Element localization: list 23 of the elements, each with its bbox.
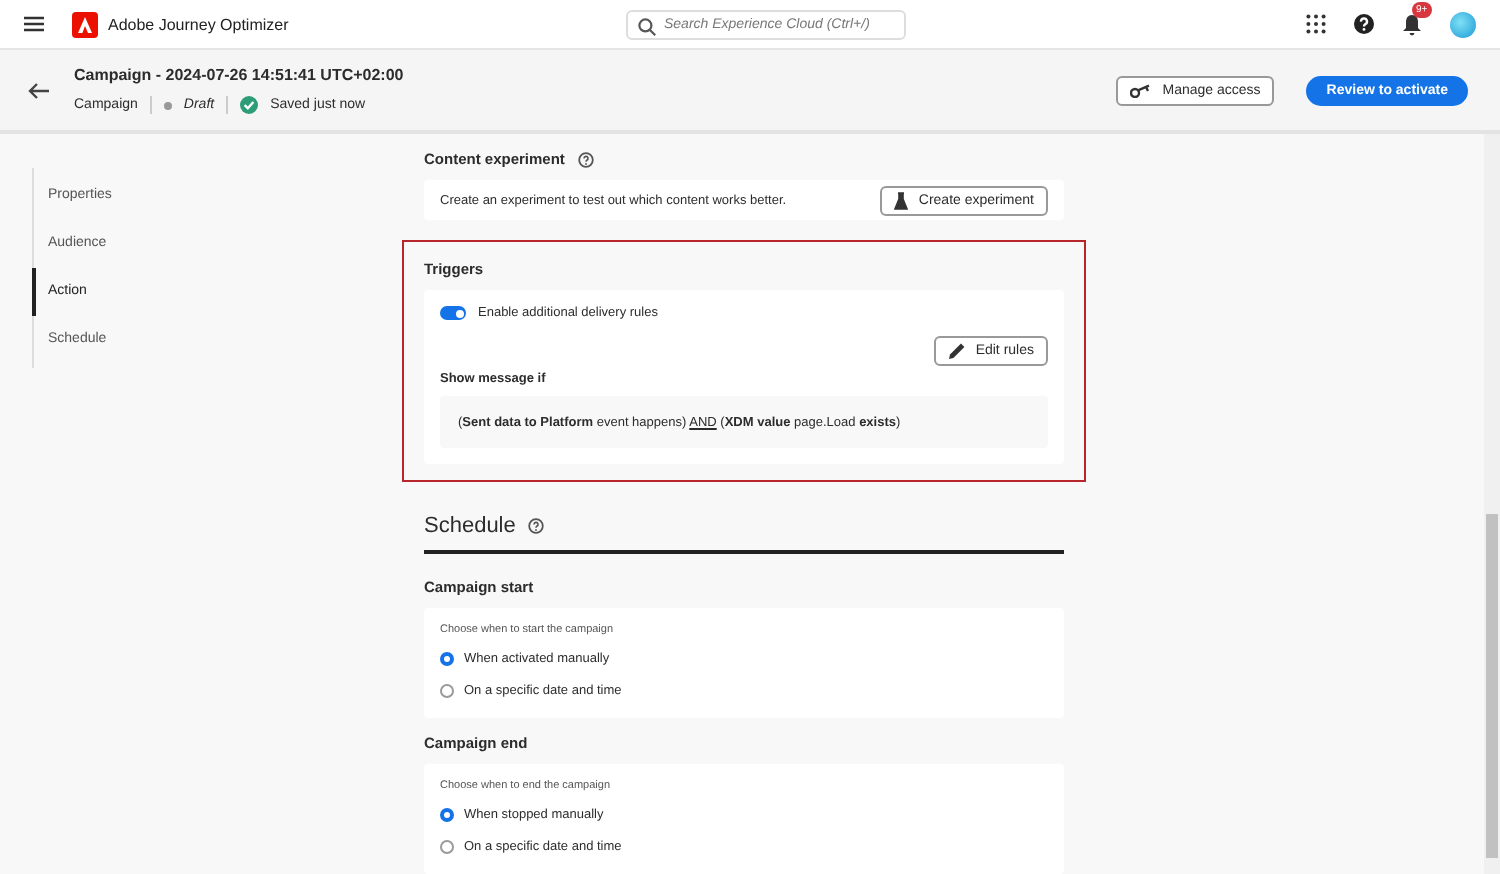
- status-dot-icon: [163, 101, 172, 109]
- check-circle-icon: [240, 96, 259, 114]
- app-logo-icon: [72, 11, 98, 37]
- search-icon: [638, 17, 656, 35]
- help-icon[interactable]: [1354, 14, 1374, 34]
- menu-icon[interactable]: [24, 16, 44, 32]
- flask-icon: [894, 191, 909, 210]
- radio-button[interactable]: [440, 651, 454, 665]
- schedule-heading: Schedule: [424, 514, 516, 539]
- radio-button[interactable]: [440, 839, 454, 853]
- scrollbar[interactable]: [1484, 134, 1500, 874]
- help-icon[interactable]: [527, 518, 544, 535]
- toggle-switch[interactable]: [440, 306, 466, 321]
- radio-button[interactable]: [440, 807, 454, 821]
- notification-bell-icon[interactable]: [1402, 13, 1422, 35]
- apps-grid-icon[interactable]: [1306, 14, 1326, 34]
- key-icon: [1130, 83, 1153, 97]
- campaign-title: Campaign - 2024-07-26 14:51:41 UTC+02:00: [74, 66, 404, 84]
- help-icon[interactable]: [578, 151, 595, 167]
- back-arrow-icon[interactable]: [28, 81, 50, 99]
- pencil-icon: [947, 342, 966, 361]
- radio-button[interactable]: [440, 683, 454, 697]
- app-name: Adobe Journey Optimizer: [108, 15, 289, 33]
